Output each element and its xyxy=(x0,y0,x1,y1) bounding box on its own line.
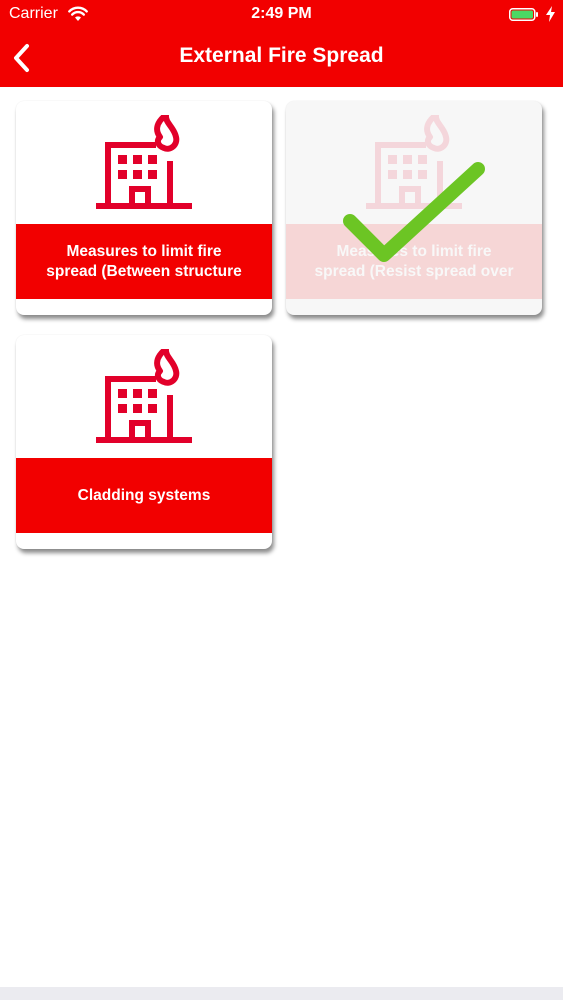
building-fire-icon xyxy=(94,115,194,211)
building-fire-icon xyxy=(94,349,194,445)
checkmark-icon xyxy=(343,162,485,262)
battery-icon xyxy=(509,8,538,21)
status-time: 2:49 PM xyxy=(251,5,312,22)
nav-bar: External Fire Spread xyxy=(0,30,563,87)
page-title: External Fire Spread xyxy=(179,44,384,67)
bolt-icon xyxy=(546,6,555,22)
home-indicator-bar xyxy=(0,987,563,1000)
header: Carrier 2:49 PM External Fire Spread xyxy=(0,0,563,87)
tile-cladding-systems[interactable]: Cladding systems xyxy=(16,335,272,549)
tile-between-structures[interactable]: Measures to limit fire spread (Between s… xyxy=(16,101,272,315)
tile-resist-spread-over[interactable]: Measures to limit fire spread (Resist sp… xyxy=(286,101,542,315)
tile-label: Measures to limit fire spread (Between s… xyxy=(16,224,272,299)
status-bar: Carrier 2:49 PM xyxy=(0,0,563,30)
tile-label: Cladding systems xyxy=(16,458,272,533)
